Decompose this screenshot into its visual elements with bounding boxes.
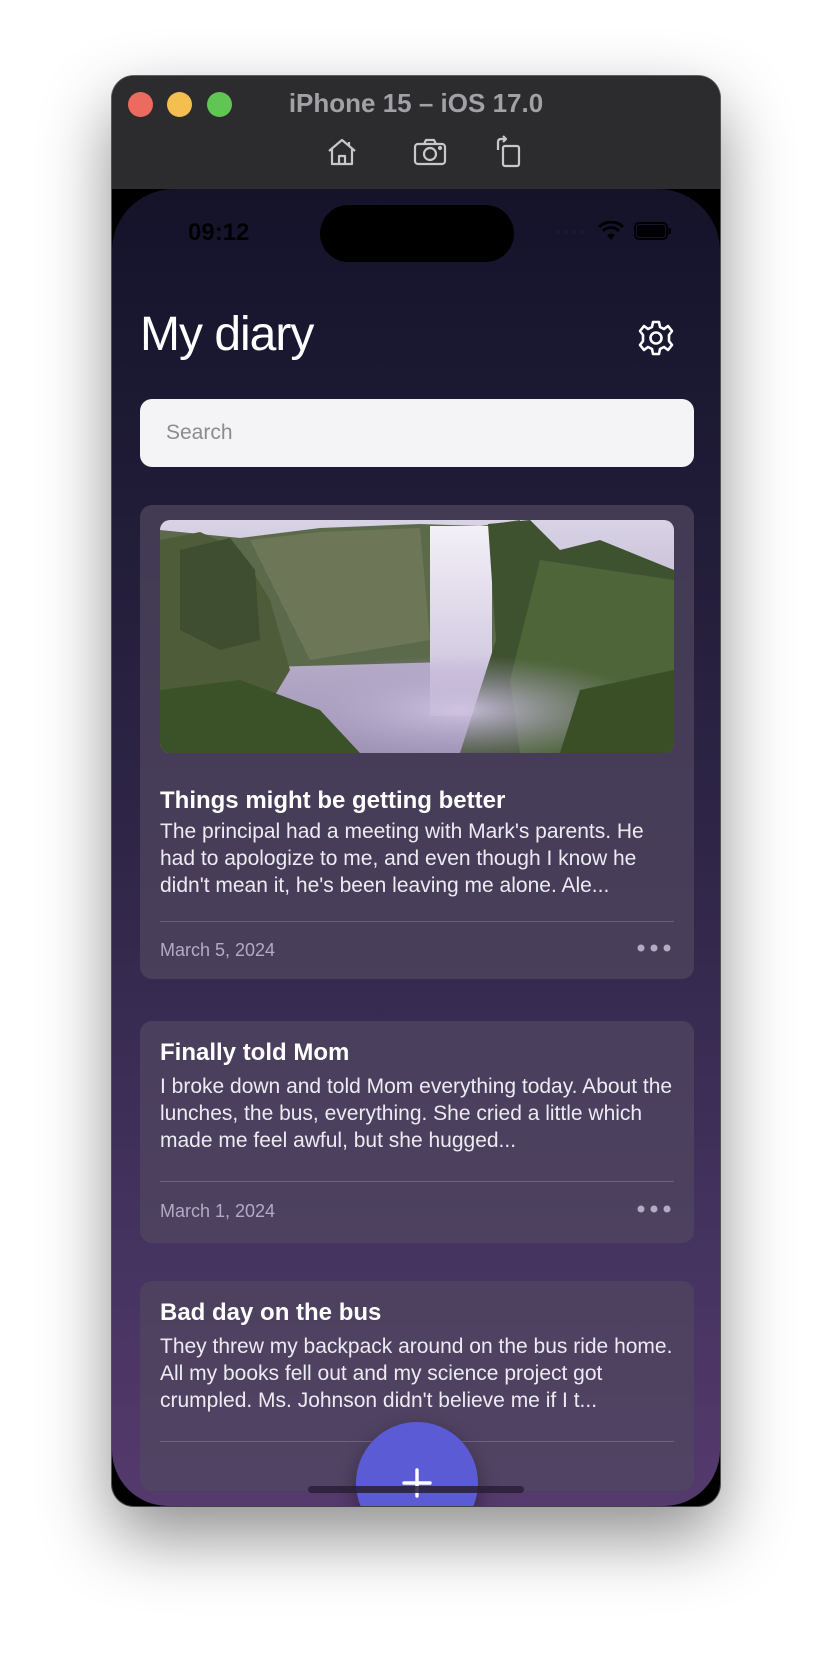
status-icons: ···· — [556, 219, 672, 243]
entry-date: March 1, 2024 — [160, 1201, 276, 1221]
entry-title: Bad day on the bus — [160, 1299, 382, 1326]
simulator-titlebar: iPhone 15 – iOS 17.0 — [112, 76, 720, 189]
rotate-icon[interactable] — [490, 132, 530, 172]
phone-screen: 09:12 ···· My diary Search Things might … — [112, 189, 720, 1506]
entry-preview: I broke down and told Mom everything tod… — [160, 1075, 673, 1152]
status-time: 09:12 — [188, 219, 250, 246]
more-options-icon[interactable] — [636, 1199, 672, 1219]
battery-icon — [634, 222, 671, 240]
wifi-icon — [598, 221, 624, 240]
cellular-icon: ···· — [556, 220, 588, 241]
divider — [160, 921, 674, 922]
page-title: My diary — [140, 308, 314, 361]
simulator-window: iPhone 15 – iOS 17.0 09:12 ···· My diary… — [112, 76, 720, 1506]
entry-preview: The principal had a meeting with Mark's … — [160, 820, 644, 897]
plus-icon — [402, 1468, 432, 1498]
diary-entry-card[interactable]: Finally told Mom I broke down and told M… — [140, 1021, 694, 1243]
more-options-icon[interactable] — [636, 938, 672, 958]
screenshot-icon[interactable] — [410, 132, 450, 172]
divider — [160, 1181, 674, 1182]
entry-title: Finally told Mom — [160, 1039, 350, 1066]
window-title: iPhone 15 – iOS 17.0 — [288, 88, 544, 118]
search-input[interactable] — [140, 399, 694, 467]
diary-entry-card[interactable]: Things might be getting better The princ… — [140, 505, 694, 979]
home-icon[interactable] — [322, 132, 362, 172]
entry-preview: They threw my backpack around on the bus… — [160, 1335, 673, 1412]
gear-icon[interactable] — [636, 318, 676, 358]
home-indicator[interactable] — [308, 1486, 524, 1493]
entry-image — [160, 520, 674, 753]
dynamic-island — [320, 205, 514, 262]
entry-date: March 5, 2024 — [160, 940, 276, 960]
entry-title: Things might be getting better — [160, 787, 506, 814]
